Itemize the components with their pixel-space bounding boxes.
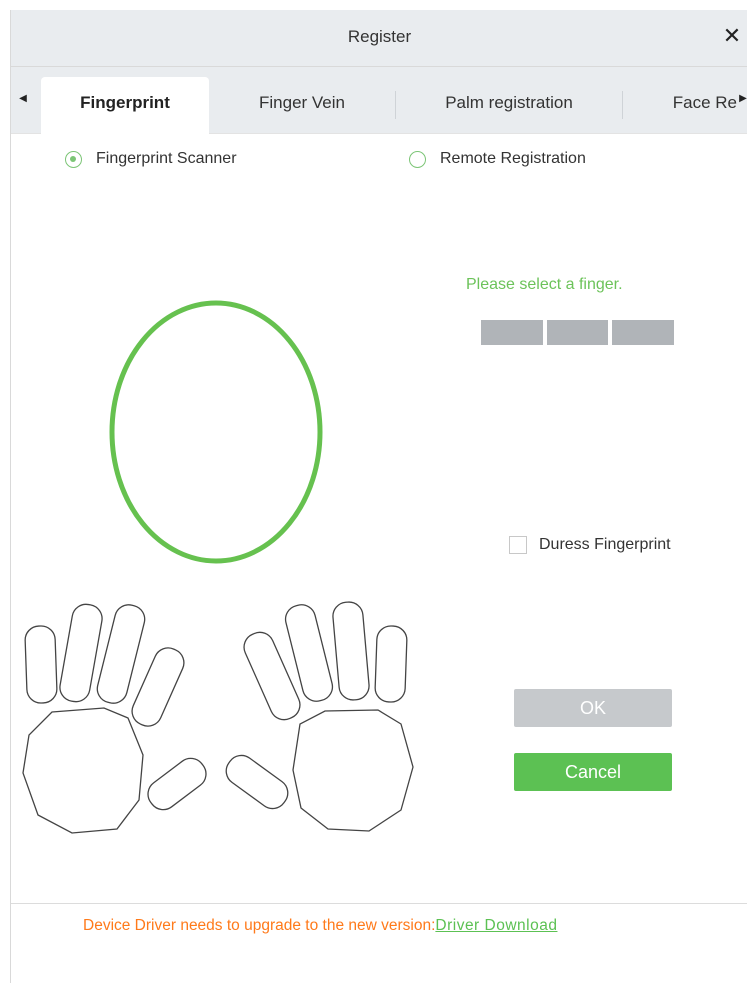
scan-progress [481,320,674,345]
progress-segment [547,320,608,345]
close-icon[interactable]: ✕ [720,22,744,50]
tab-face-registration[interactable]: Face Re [623,77,737,133]
driver-upgrade-message: Device Driver needs to upgrade to the ne… [83,917,436,934]
ok-button[interactable]: OK [514,689,672,727]
tab-fingerprint[interactable]: Fingerprint [41,77,209,134]
right-little-finger[interactable] [374,625,408,703]
duress-fingerprint-option[interactable]: Duress Fingerprint [509,536,671,554]
radio-remote-registration[interactable]: Remote Registration [409,147,586,171]
radio-unchecked-icon[interactable] [409,150,426,168]
radio-label: Remote Registration [440,150,586,167]
driver-download-link[interactable]: Driver Download [435,917,557,934]
scan-hint: Please select a finger. [466,276,623,293]
tab-bar: ◀ Fingerprint Finger Vein Palm registrat… [11,67,747,134]
cancel-button[interactable]: Cancel [514,753,672,791]
tab-palm-registration[interactable]: Palm registration [396,77,622,133]
progress-segment [612,320,674,345]
right-palm [292,709,414,832]
register-dialog: Register ✕ ◀ Fingerprint Finger Vein Pal… [10,10,747,983]
radio-fingerprint-scanner[interactable]: Fingerprint Scanner [65,147,237,171]
duress-label: Duress Fingerprint [539,536,671,553]
tab-finger-vein[interactable]: Finger Vein [209,77,395,133]
duress-checkbox[interactable] [509,536,527,554]
footer-divider [11,903,747,904]
chevron-left-icon[interactable]: ◀ [17,91,29,107]
left-little-finger[interactable] [24,625,58,704]
footer-notice: Device Driver needs to upgrade to the ne… [83,917,557,935]
radio-label: Fingerprint Scanner [96,150,237,167]
chevron-right-icon[interactable]: ▶ [737,91,747,107]
radio-checked-icon[interactable] [65,150,82,168]
dialog-title: Register [347,27,412,46]
left-palm [22,707,144,834]
progress-segment [481,320,543,345]
dialog-titlebar: Register ✕ [11,10,747,67]
